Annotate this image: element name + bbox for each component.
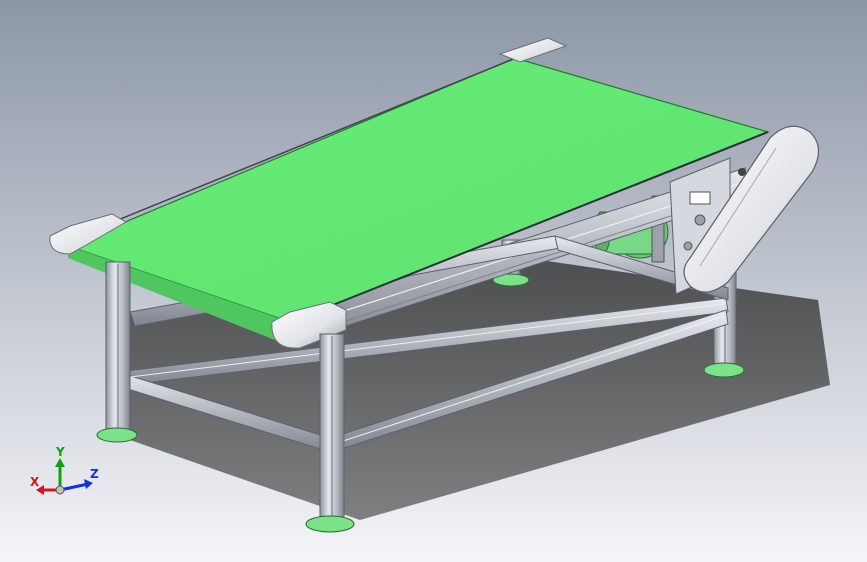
x-axis-label: X: [30, 475, 40, 489]
y-axis-label: Y: [55, 445, 65, 459]
cad-scene[interactable]: X Y Z: [0, 0, 867, 562]
z-axis-label: Z: [90, 467, 99, 481]
cad-viewport[interactable]: X Y Z: [0, 0, 867, 562]
triad-origin: [55, 485, 65, 495]
